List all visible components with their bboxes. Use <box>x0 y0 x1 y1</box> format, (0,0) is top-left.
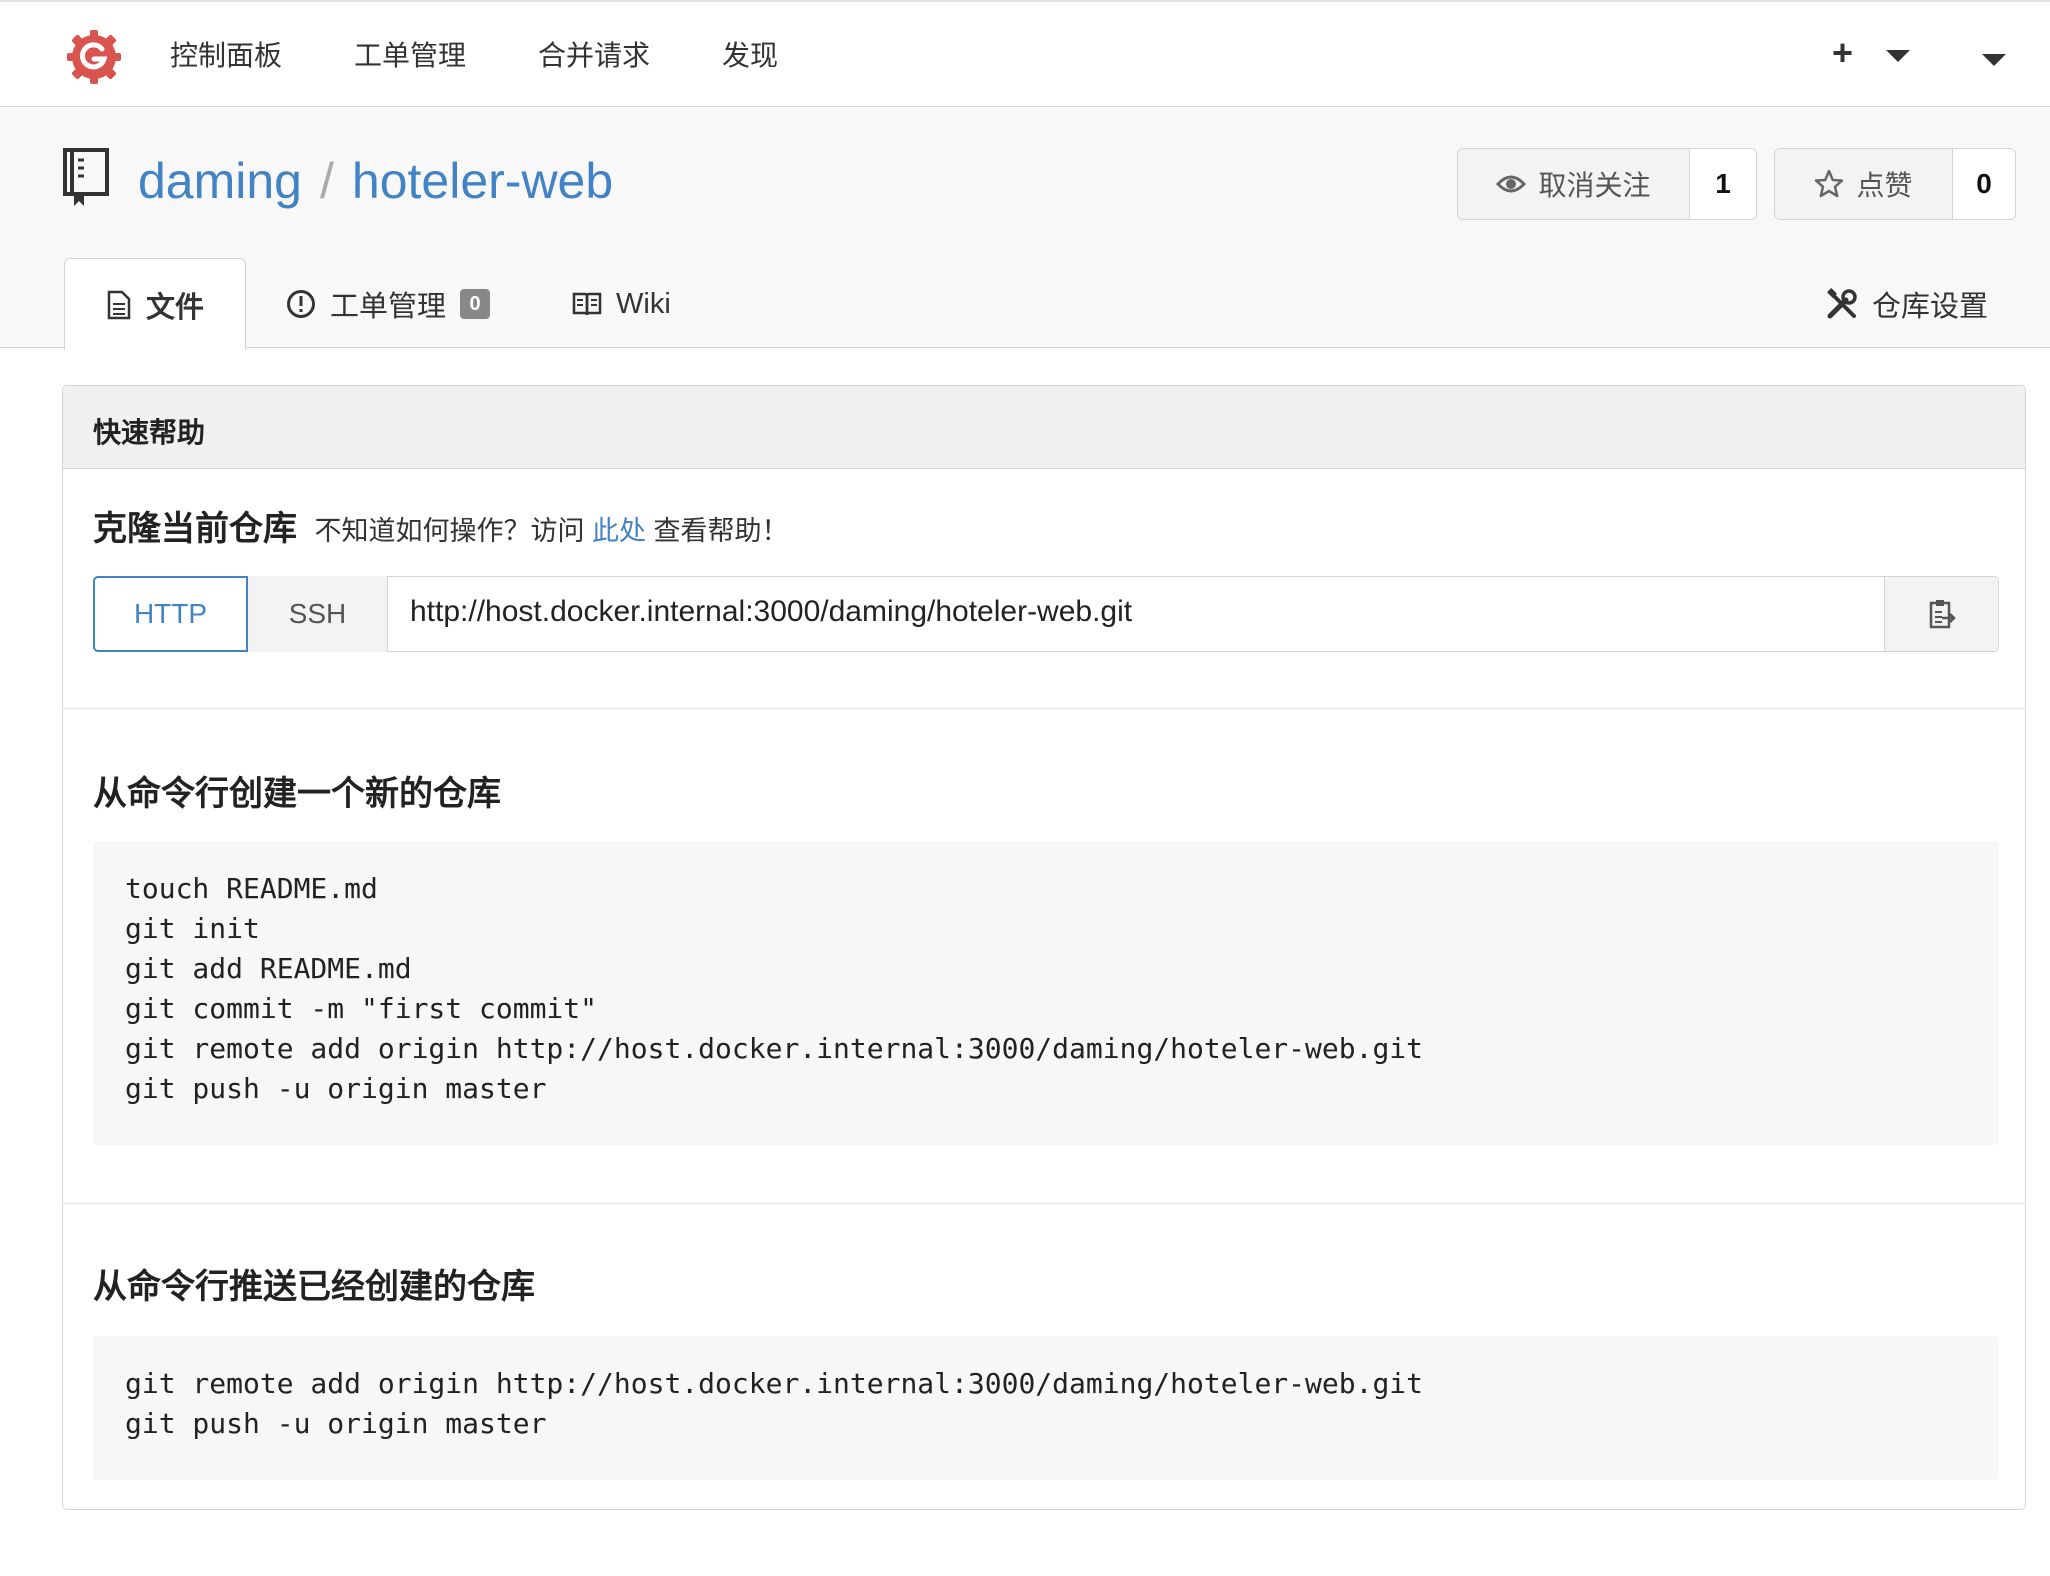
gitea-logo-icon[interactable] <box>66 29 122 85</box>
repo-book-icon <box>63 148 109 206</box>
tab-wiki[interactable]: Wiki <box>572 260 671 348</box>
tab-files-label: 文件 <box>145 291 204 324</box>
create-dropdown-icon[interactable] <box>1886 50 1910 62</box>
repo-name-link[interactable]: hoteler-web <box>352 153 613 209</box>
clone-hint: 不知道如何操作？访问 此处 查看帮助！ <box>314 516 788 546</box>
top-navbar: 控制面板 工单管理 合并请求 发现 + <box>0 0 2050 107</box>
star-button-group: 点赞 0 <box>1774 148 2016 220</box>
file-text-icon <box>107 290 131 319</box>
section-divider <box>63 708 2025 709</box>
repo-title-separator: / <box>320 153 334 209</box>
nav-explore[interactable]: 发现 <box>722 34 778 74</box>
nav-pull-requests[interactable]: 合并请求 <box>538 34 650 74</box>
unwatch-button-group: 取消关注 1 <box>1457 148 1757 220</box>
plus-icon: + <box>1832 32 1854 73</box>
clone-title-text: 克隆当前仓库 <box>93 510 297 548</box>
quick-help-header: 快速帮助 <box>63 386 2025 469</box>
section-divider <box>63 1203 2025 1204</box>
code-line: touch README.md <box>125 872 378 905</box>
create-new-button[interactable]: + <box>1832 32 1853 74</box>
star-icon <box>1815 169 1844 198</box>
http-protocol-button[interactable]: HTTP <box>93 576 248 652</box>
code-line: git push -u origin master <box>125 1072 547 1105</box>
quick-help-panel: 快速帮助 克隆当前仓库 不知道如何操作？访问 此处 查看帮助！ HTTP SSH… <box>62 385 2026 1510</box>
repo-title: daming / hoteler-web <box>138 152 613 210</box>
quick-help-title: 快速帮助 <box>93 417 206 448</box>
clippy-icon <box>1929 600 1956 629</box>
user-menu-dropdown-icon[interactable] <box>1982 54 2006 66</box>
tab-settings[interactable]: 仓库设置 <box>1826 260 1988 348</box>
push-existing-title: 从命令行推送已经创建的仓库 <box>93 1268 535 1306</box>
stars-count[interactable]: 0 <box>1953 149 2015 219</box>
star-button[interactable]: 点赞 <box>1775 149 1953 219</box>
clone-hint-prefix: 不知道如何操作？访问 <box>314 516 585 546</box>
book-icon <box>572 292 602 316</box>
code-line: git add README.md <box>125 952 412 985</box>
unwatch-label: 取消关注 <box>1538 170 1651 201</box>
unwatch-button[interactable]: 取消关注 <box>1458 149 1690 219</box>
tools-icon <box>1827 288 1857 319</box>
issues-count-badge: 0 <box>460 289 491 319</box>
tab-issues[interactable]: 工单管理 0 <box>286 260 491 348</box>
eye-icon <box>1496 175 1527 193</box>
new-repo-code-block: touch README.md git init git add README.… <box>93 841 1999 1145</box>
nav-dashboard[interactable]: 控制面板 <box>170 34 282 74</box>
ssh-protocol-button[interactable]: SSH <box>248 576 388 652</box>
clone-url-input[interactable]: http://host.docker.internal:3000/daming/… <box>410 595 1132 629</box>
clone-hint-suffix: 查看帮助！ <box>653 516 789 546</box>
issue-opened-icon <box>287 290 315 318</box>
copy-url-button[interactable] <box>1884 577 1998 651</box>
clone-section-title: 克隆当前仓库 不知道如何操作？访问 此处 查看帮助！ <box>93 501 788 550</box>
help-link[interactable]: 此处 <box>592 516 646 546</box>
watchers-count[interactable]: 1 <box>1690 149 1756 219</box>
code-line: git init <box>125 912 260 945</box>
code-line: git push -u origin master <box>125 1407 547 1440</box>
code-line: git remote add origin http://host.docker… <box>125 1367 1424 1400</box>
nav-issues[interactable]: 工单管理 <box>354 34 466 74</box>
code-line: git remote add origin http://host.docker… <box>125 1032 1424 1065</box>
push-existing-code-block: git remote add origin http://host.docker… <box>93 1336 1999 1480</box>
tab-wiki-label: Wiki <box>616 287 671 320</box>
new-repo-title: 从命令行创建一个新的仓库 <box>93 775 501 813</box>
tab-files[interactable]: 文件 <box>64 258 246 350</box>
clone-url-bar: HTTP SSH http://host.docker.internal:300… <box>93 576 1999 652</box>
code-line: git commit -m "first commit" <box>125 992 598 1025</box>
tab-issues-label: 工单管理 <box>330 291 447 323</box>
star-label: 点赞 <box>1856 170 1913 201</box>
tab-settings-label: 仓库设置 <box>1872 291 1989 323</box>
repo-owner-link[interactable]: daming <box>138 153 302 209</box>
